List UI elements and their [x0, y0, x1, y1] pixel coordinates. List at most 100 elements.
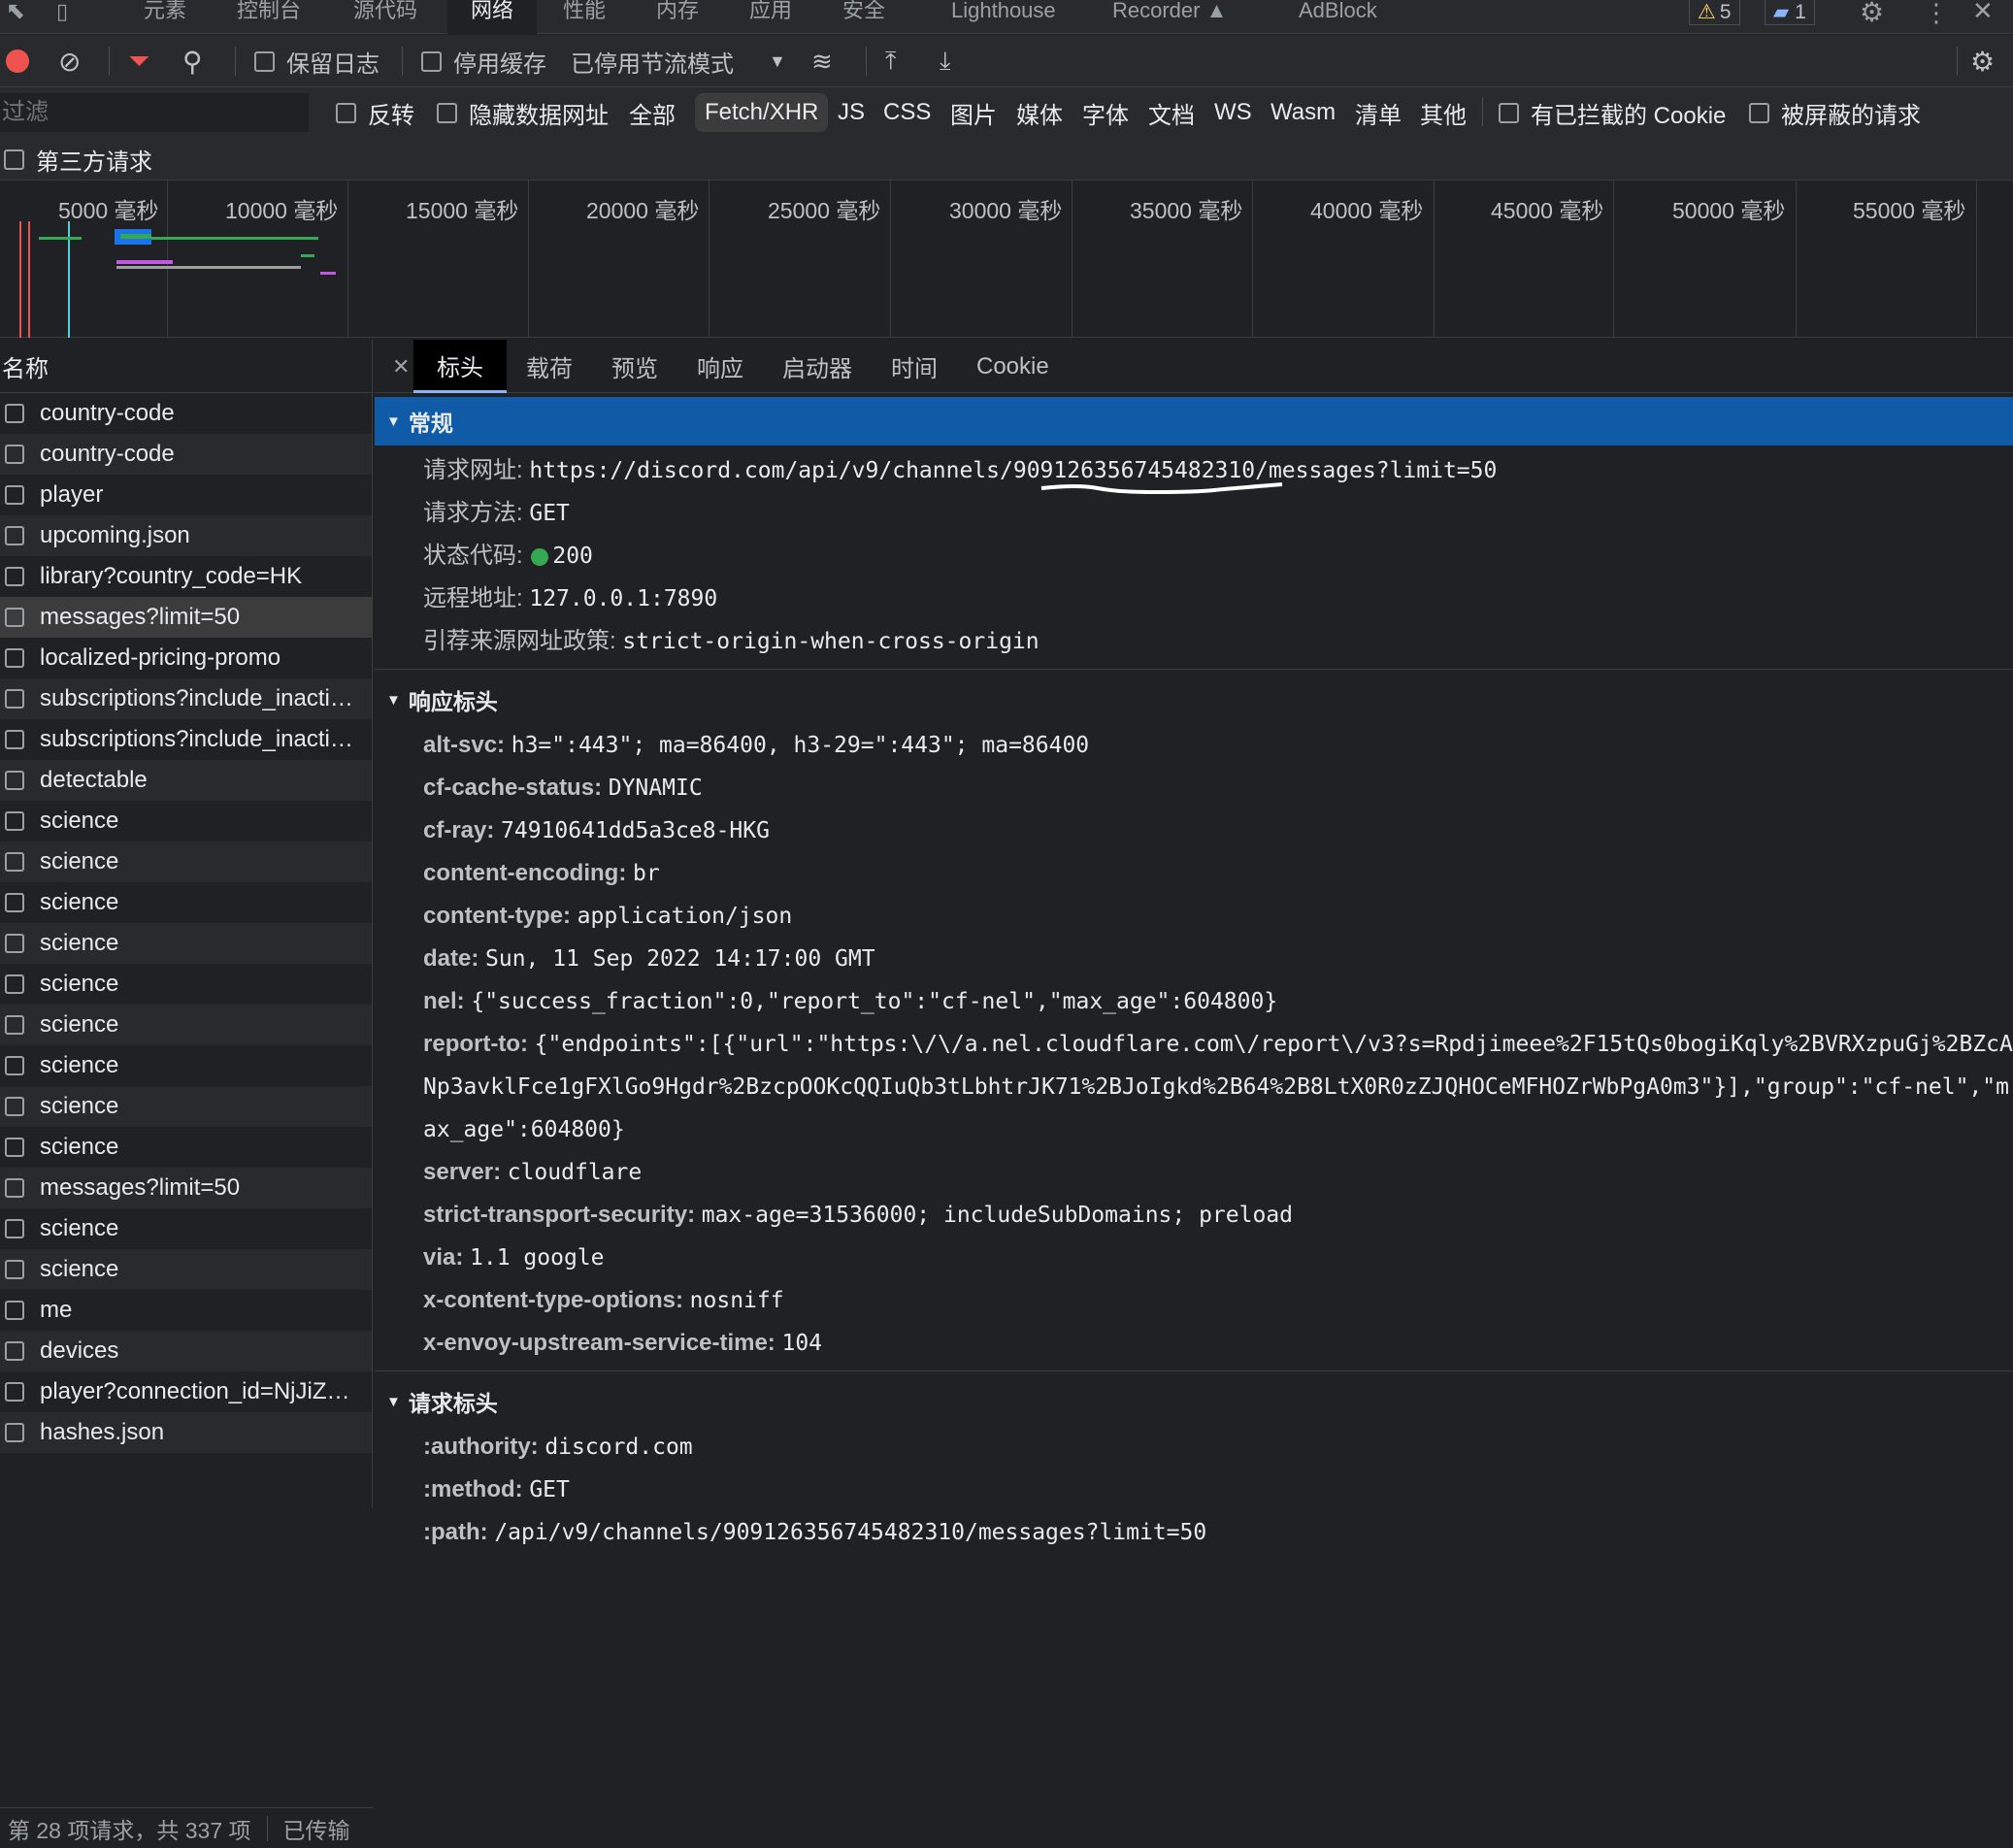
request-row[interactable]: player: [0, 475, 372, 515]
request-row[interactable]: science: [0, 1127, 372, 1168]
request-row[interactable]: player?connection_id=NjJiZ…: [0, 1371, 372, 1412]
request-row[interactable]: localized-pricing-promo: [0, 638, 372, 678]
detail-tab-headers[interactable]: 标头: [413, 340, 507, 393]
type-filter-media[interactable]: 媒体: [1016, 87, 1063, 138]
request-row[interactable]: detectable: [0, 760, 372, 801]
request-row[interactable]: subscriptions?include_inacti…: [0, 678, 372, 719]
close-devtools-icon[interactable]: ✕: [1972, 0, 1994, 26]
request-row[interactable]: messages?limit=50: [0, 1168, 372, 1208]
request-row[interactable]: science: [0, 1086, 372, 1127]
request-row[interactable]: subscriptions?include_inacti…: [0, 719, 372, 760]
network-settings-button[interactable]: ⚙: [1970, 35, 1995, 87]
detail-tab-response[interactable]: 响应: [697, 340, 743, 393]
request-row[interactable]: science: [0, 964, 372, 1005]
throttling-select[interactable]: 已停用节流模式 ▼: [571, 35, 786, 87]
header-row: 状态代码: 200: [375, 535, 2013, 578]
type-filter-font[interactable]: 字体: [1082, 87, 1129, 138]
tab-performance[interactable]: 性能: [555, 0, 613, 34]
import-har-button[interactable]: ⤒: [885, 35, 897, 87]
request-row[interactable]: science: [0, 1208, 372, 1249]
request-row[interactable]: library?country_code=HK: [0, 556, 372, 597]
detail-tab-payload[interactable]: 载荷: [526, 340, 573, 393]
filter-toggle-button[interactable]: ⏷: [128, 35, 149, 87]
request-row[interactable]: science: [0, 1249, 372, 1290]
request-row[interactable]: science: [0, 842, 372, 882]
type-filter-manifest[interactable]: 清单: [1355, 87, 1402, 138]
type-filter-fetch-xhr[interactable]: Fetch/XHR: [695, 93, 829, 132]
request-row[interactable]: country-code: [0, 434, 372, 475]
request-bar: [116, 260, 173, 264]
timeline-gridline: [1796, 181, 1797, 338]
general-section-header[interactable]: ▼ 常规: [375, 397, 2013, 446]
type-filter-css[interactable]: CSS: [883, 87, 931, 138]
request-headers-section-header[interactable]: ▼ 请求标头: [375, 1377, 2013, 1426]
settings-gear-icon[interactable]: ⚙: [1860, 0, 1884, 28]
type-filter-ws[interactable]: WS: [1214, 87, 1252, 138]
type-filter-other[interactable]: 其他: [1420, 87, 1467, 138]
more-options-icon[interactable]: ⋮: [1924, 0, 1949, 28]
detail-tab-timing[interactable]: 时间: [891, 340, 938, 393]
device-toolbar-icon[interactable]: ▯: [56, 0, 68, 23]
blocked-requests-checkbox[interactable]: 被屏蔽的请求: [1749, 87, 1921, 138]
search-button[interactable]: ⚲: [182, 35, 203, 87]
request-row[interactable]: devices: [0, 1331, 372, 1371]
detail-tab-preview[interactable]: 预览: [611, 340, 658, 393]
request-name: localized-pricing-promo: [40, 644, 281, 671]
transferred-summary: 已传输: [282, 1817, 350, 1843]
type-filter-js[interactable]: JS: [838, 87, 865, 138]
header-row: date: Sun, 11 Sep 2022 14:17:00 GMT: [375, 938, 2013, 980]
request-url-value: https://discord.com/api/v9/channels/9091…: [529, 458, 1498, 483]
preserve-log-checkbox[interactable]: 保留日志: [254, 35, 380, 87]
filter-input[interactable]: [0, 93, 309, 132]
blocked-cookies-checkbox[interactable]: 有已拦截的 Cookie: [1499, 87, 1726, 138]
type-filter-all[interactable]: 全部: [629, 87, 676, 138]
tab-console[interactable]: 控制台: [229, 0, 309, 34]
request-row[interactable]: me: [0, 1290, 372, 1331]
network-overview-timeline[interactable]: 5000 毫秒 10000 毫秒 15000 毫秒 20000 毫秒 25000…: [0, 181, 2013, 338]
header-value: /api/v9/channels/909126356745482310/mess…: [494, 1520, 1207, 1545]
tab-elements[interactable]: 元素: [136, 0, 194, 34]
request-row[interactable]: country-code: [0, 393, 372, 434]
tab-recorder[interactable]: Recorder ▲: [1105, 0, 1235, 34]
type-filter-wasm[interactable]: Wasm: [1270, 87, 1336, 138]
type-filter-doc[interactable]: 文档: [1148, 87, 1195, 138]
detail-tab-cookies[interactable]: Cookie: [976, 340, 1049, 393]
clear-button[interactable]: ⊘: [58, 35, 81, 87]
request-row[interactable]: upcoming.json: [0, 515, 372, 556]
request-row[interactable]: science: [0, 882, 372, 923]
tab-memory[interactable]: 内存: [648, 0, 707, 34]
timeline-gridline: [1613, 181, 1614, 338]
tab-security[interactable]: 安全: [835, 0, 893, 34]
header-row: nel: {"success_fraction":0,"report_to":"…: [375, 980, 2013, 1023]
hide-data-urls-checkbox[interactable]: 隐藏数据网址: [437, 87, 609, 138]
request-row[interactable]: science: [0, 801, 372, 842]
third-party-checkbox[interactable]: 第三方请求: [4, 138, 152, 181]
request-row[interactable]: hashes.json: [0, 1412, 372, 1453]
timeline-gridline: [1252, 181, 1253, 338]
invert-checkbox[interactable]: 反转: [336, 87, 414, 138]
request-row[interactable]: science: [0, 1005, 372, 1045]
close-details-icon[interactable]: ✕: [392, 340, 410, 393]
type-filter-img[interactable]: 图片: [950, 87, 997, 138]
name-column-header[interactable]: 名称: [0, 340, 372, 393]
request-row[interactable]: science: [0, 1045, 372, 1086]
tab-sources[interactable]: 源代码: [346, 0, 425, 34]
inspect-element-icon[interactable]: ⬉: [6, 0, 25, 23]
response-headers-section-header[interactable]: ▼ 响应标头: [375, 676, 2013, 724]
network-conditions-button[interactable]: ≋: [811, 35, 833, 87]
disable-cache-checkbox[interactable]: 停用缓存: [421, 35, 546, 87]
tab-network[interactable]: 网络: [447, 0, 538, 35]
header-value: Sun, 11 Sep 2022 14:17:00 GMT: [485, 946, 875, 972]
warnings-badge[interactable]: ⚠ 5: [1689, 0, 1740, 25]
timeline-tick-label: 50000 毫秒: [1672, 198, 1786, 223]
messages-badge[interactable]: ▰ 1: [1765, 0, 1815, 25]
tab-lighthouse[interactable]: Lighthouse: [943, 0, 1064, 34]
request-row[interactable]: science: [0, 923, 372, 964]
tab-adblock[interactable]: AdBlock: [1291, 0, 1385, 34]
tab-application[interactable]: 应用: [742, 0, 800, 34]
detail-tab-initiator[interactable]: 启动器: [782, 340, 852, 393]
request-row[interactable]: messages?limit=50: [0, 597, 372, 638]
search-icon: ⚲: [182, 46, 203, 77]
record-button[interactable]: [6, 35, 29, 87]
export-har-button[interactable]: ⤓: [940, 35, 951, 87]
